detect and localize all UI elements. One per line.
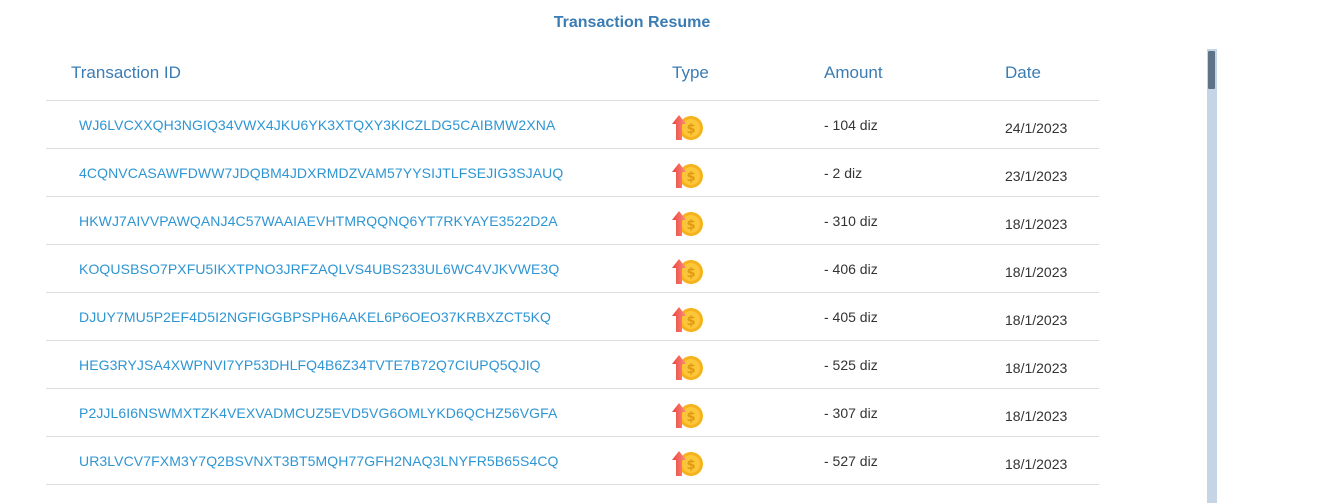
transaction-amount: - 104 diz [824, 117, 878, 133]
transaction-date: 18/1/2023 [1005, 456, 1068, 472]
table-row: KOQUSBSO7PXFU5IKXTPNO3JRFZAQLVS4UBS233UL… [46, 245, 1099, 293]
table-header: Transaction ID Type Amount Date [46, 48, 1099, 101]
coin-arrow-up-icon: $ [671, 161, 707, 189]
transaction-id-link[interactable]: HEG3RYJSA4XWPNVI7YP53DHLFQ4B6Z34TVTE7B72… [79, 357, 541, 373]
table-row: HKWJ7AIVVPAWQANJ4C57WAAIAEVHTMRQQNQ6YT7R… [46, 197, 1099, 245]
transaction-date: 23/1/2023 [1005, 168, 1068, 184]
svg-text:$: $ [686, 314, 695, 329]
table-row: P2JJL6I6NSWMXTZK4VEXVADMCUZ5EVD5VG6OMLYK… [46, 389, 1099, 437]
svg-text:$: $ [686, 218, 695, 233]
table-row: UR3LVCV7FXM3Y7Q2BSVNXT3BT5MQH77GFH2NAQ3L… [46, 437, 1099, 485]
transaction-id-link[interactable]: WJ6LVCXXQH3NGIQ34VWX4JKU6YK3XTQXY3KICZLD… [79, 117, 555, 133]
transactions-table: Transaction ID Type Amount Date WJ6LVCXX… [46, 48, 1099, 485]
coin-arrow-up-icon: $ [671, 257, 707, 285]
transaction-amount: - 527 diz [824, 453, 878, 469]
coin-arrow-up-icon: $ [671, 353, 707, 381]
transaction-resume-page: Transaction Resume Transaction ID Type A… [0, 0, 1330, 503]
svg-text:$: $ [686, 410, 695, 425]
transaction-id-link[interactable]: KOQUSBSO7PXFU5IKXTPNO3JRFZAQLVS4UBS233UL… [79, 261, 559, 277]
transaction-date: 18/1/2023 [1005, 264, 1068, 280]
column-header-date: Date [1005, 63, 1041, 82]
table-body: WJ6LVCXXQH3NGIQ34VWX4JKU6YK3XTQXY3KICZLD… [46, 101, 1099, 485]
svg-text:$: $ [686, 362, 695, 377]
transaction-amount: - 310 diz [824, 213, 878, 229]
table-row: HEG3RYJSA4XWPNVI7YP53DHLFQ4B6Z34TVTE7B72… [46, 341, 1099, 389]
transaction-id-link[interactable]: P2JJL6I6NSWMXTZK4VEXVADMCUZ5EVD5VG6OMLYK… [79, 405, 557, 421]
transaction-date: 18/1/2023 [1005, 312, 1068, 328]
vertical-scrollbar[interactable] [1207, 49, 1217, 503]
transaction-id-link[interactable]: UR3LVCV7FXM3Y7Q2BSVNXT3BT5MQH77GFH2NAQ3L… [79, 453, 559, 469]
column-header-transaction-id: Transaction ID [71, 63, 181, 82]
column-header-amount: Amount [824, 63, 883, 82]
coin-arrow-up-icon: $ [671, 209, 707, 237]
transaction-amount: - 406 diz [824, 261, 878, 277]
column-header-type: Type [672, 63, 709, 82]
table-row: DJUY7MU5P2EF4D5I2NGFIGGBPSPH6AAKEL6P6OEO… [46, 293, 1099, 341]
coin-arrow-up-icon: $ [671, 305, 707, 333]
scrollbar-thumb[interactable] [1208, 51, 1215, 89]
transaction-date: 18/1/2023 [1005, 408, 1068, 424]
svg-text:$: $ [686, 458, 695, 473]
svg-text:$: $ [686, 122, 695, 137]
coin-arrow-up-icon: $ [671, 113, 707, 141]
transaction-date: 24/1/2023 [1005, 120, 1068, 136]
transaction-amount: - 2 diz [824, 165, 863, 181]
transaction-amount: - 405 diz [824, 309, 878, 325]
transaction-id-link[interactable]: 4CQNVCASAWFDWW7JDQBM4JDXRMDZVAM57YYSIJTL… [79, 165, 563, 181]
transaction-amount: - 525 diz [824, 357, 878, 373]
table-row: 4CQNVCASAWFDWW7JDQBM4JDXRMDZVAM57YYSIJTL… [46, 149, 1099, 197]
page-title: Transaction Resume [553, 14, 711, 31]
svg-text:$: $ [686, 170, 695, 185]
transaction-date: 18/1/2023 [1005, 216, 1068, 232]
coin-arrow-up-icon: $ [671, 449, 707, 477]
svg-text:$: $ [686, 266, 695, 281]
transaction-amount: - 307 diz [824, 405, 878, 421]
transaction-id-link[interactable]: HKWJ7AIVVPAWQANJ4C57WAAIAEVHTMRQQNQ6YT7R… [79, 213, 558, 229]
table-row: WJ6LVCXXQH3NGIQ34VWX4JKU6YK3XTQXY3KICZLD… [46, 101, 1099, 149]
transaction-id-link[interactable]: DJUY7MU5P2EF4D5I2NGFIGGBPSPH6AAKEL6P6OEO… [79, 309, 551, 325]
coin-arrow-up-icon: $ [671, 401, 707, 429]
transaction-date: 18/1/2023 [1005, 360, 1068, 376]
